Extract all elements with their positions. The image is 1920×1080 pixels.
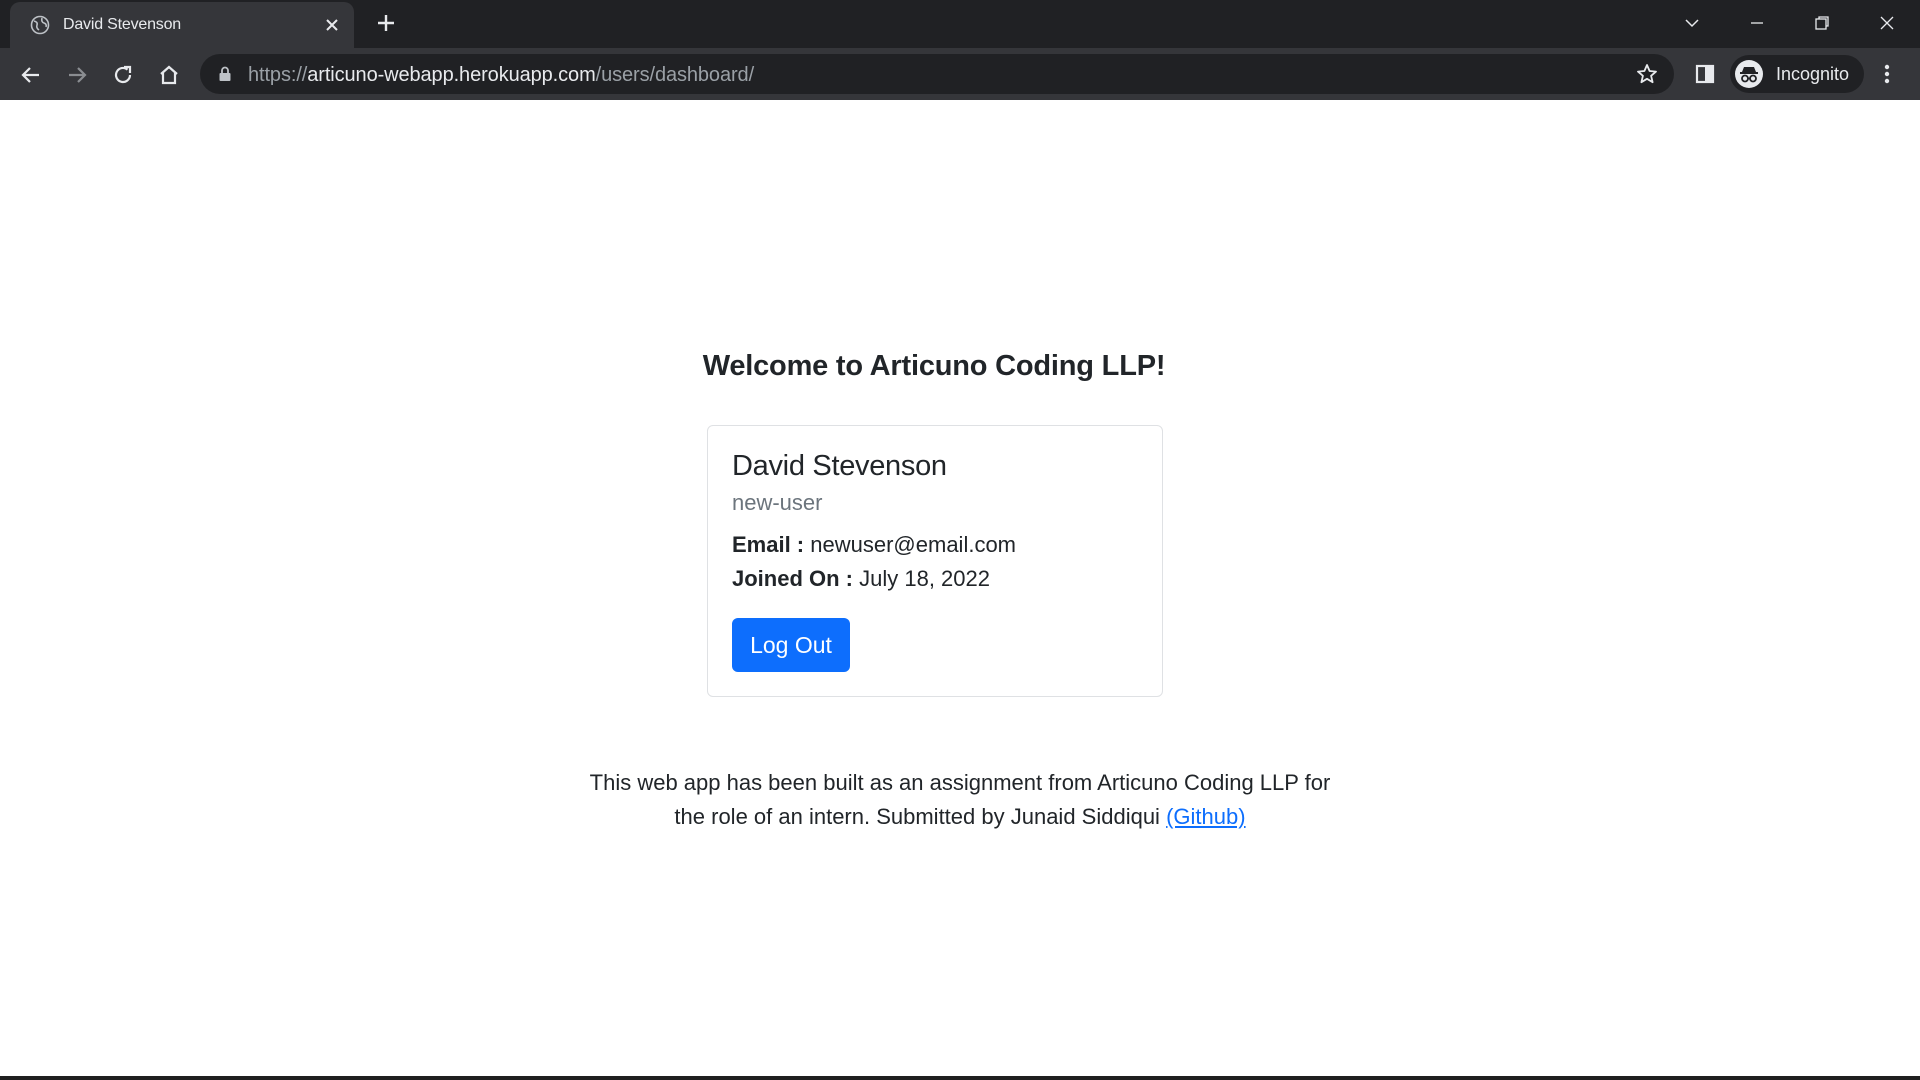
profile-label: Incognito xyxy=(1776,64,1850,84)
page-title: Welcome to Articuno Coding LLP! xyxy=(702,350,1166,382)
footer-note: This web app has been built as an assign… xyxy=(0,766,1920,834)
minimize-icon[interactable] xyxy=(1742,8,1772,38)
window-close-icon[interactable] xyxy=(1872,8,1902,38)
user-card: David Stevenson new-user Email : newuser… xyxy=(707,425,1163,697)
footer-line-1: This web app has been built as an assign… xyxy=(589,770,1331,795)
plus-icon[interactable] xyxy=(374,11,398,35)
incognito-profile-button[interactable]: Incognito xyxy=(1730,55,1864,93)
lock-icon[interactable] xyxy=(218,66,232,82)
browser-tabstrip: David Stevenson xyxy=(0,0,1920,48)
window-bottom-border xyxy=(0,1076,1920,1080)
joined-label: Joined On : xyxy=(732,566,853,591)
url-host: articuno-webapp.herokuapp.com xyxy=(307,64,596,86)
more-vert-icon[interactable] xyxy=(1874,61,1900,87)
page-content: Welcome to Articuno Coding LLP! David St… xyxy=(0,100,1920,1080)
reload-icon[interactable] xyxy=(108,60,138,90)
email-value: newuser@email.com xyxy=(810,532,1016,557)
footer-line-2-text: the role of an intern. Submitted by Juna… xyxy=(674,804,1160,829)
side-panel-icon[interactable] xyxy=(1692,61,1718,87)
close-icon[interactable] xyxy=(322,15,342,35)
logout-button[interactable]: Log Out xyxy=(732,618,850,672)
user-full-name: David Stevenson xyxy=(732,450,947,482)
joined-row: Joined On : July 18, 2022 xyxy=(732,566,990,592)
back-arrow-icon[interactable] xyxy=(16,60,46,90)
restore-icon[interactable] xyxy=(1807,8,1837,38)
user-username: new-user xyxy=(732,490,823,515)
joined-value: July 18, 2022 xyxy=(859,566,990,591)
browser-tab[interactable]: David Stevenson xyxy=(10,2,354,48)
incognito-icon xyxy=(1735,60,1763,88)
footer-line-2: the role of an intern. Submitted by Juna… xyxy=(0,800,1920,834)
url-scheme: https:// xyxy=(248,64,308,86)
tab-title: David Stevenson xyxy=(63,16,181,33)
url-path: /users/dashboard/ xyxy=(595,64,755,86)
email-label: Email : xyxy=(732,532,805,557)
address-bar[interactable]: https://articuno-webapp.herokuapp.com/us… xyxy=(200,54,1674,94)
globe-icon xyxy=(30,15,50,35)
home-icon[interactable] xyxy=(154,60,184,90)
email-row: Email : newuser@email.com xyxy=(732,532,1016,558)
star-icon[interactable] xyxy=(1636,63,1658,85)
url-text[interactable]: https://articuno-webapp.herokuapp.com/us… xyxy=(248,64,754,87)
forward-arrow-icon[interactable] xyxy=(62,60,92,90)
chevron-down-icon[interactable] xyxy=(1677,8,1707,38)
browser-toolbar: https://articuno-webapp.herokuapp.com/us… xyxy=(0,48,1920,100)
github-link[interactable]: (Github) xyxy=(1166,804,1245,829)
